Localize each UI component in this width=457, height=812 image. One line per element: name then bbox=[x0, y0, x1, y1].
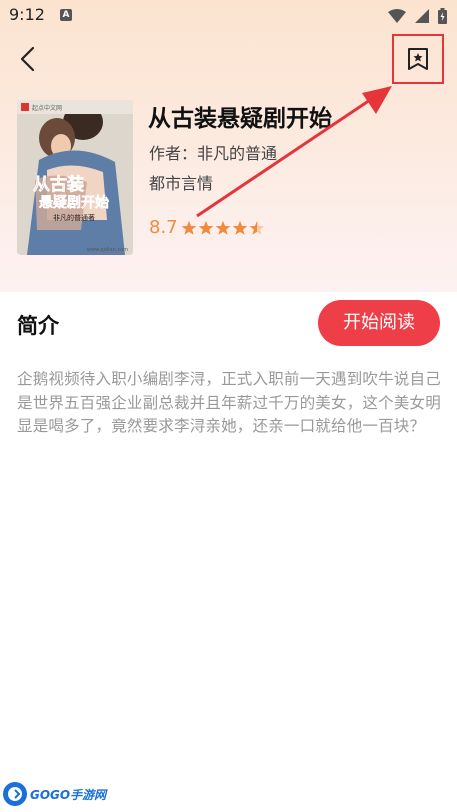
cover-site: www.qidian.com bbox=[87, 247, 128, 253]
cover-author: 非凡的普通著 bbox=[53, 213, 95, 222]
status-bar: 9:12 A bbox=[0, 0, 457, 30]
start-reading-button[interactable]: 开始阅读 bbox=[318, 300, 440, 346]
add-to-shelf-button[interactable] bbox=[392, 34, 444, 84]
book-title: 从古装悬疑剧开始 bbox=[148, 106, 332, 132]
book-author[interactable]: 作者：非凡的普通 bbox=[149, 140, 277, 164]
status-time: 9:12 bbox=[9, 5, 45, 24]
book-cover[interactable]: 起点中文网 从古装 悬疑剧开始 非凡的普通著 www.qidian.com bbox=[17, 100, 133, 255]
gogo-logo-icon bbox=[3, 782, 27, 806]
cover-art: 起点中文网 从古装 悬疑剧开始 非凡的普通著 www.qidian.com bbox=[17, 100, 133, 255]
wifi-icon bbox=[387, 8, 406, 23]
cover-title-line1: 从古装 bbox=[33, 174, 84, 195]
cover-publisher: 起点中文网 bbox=[32, 104, 62, 112]
chevron-left-icon bbox=[20, 46, 35, 72]
star-icon bbox=[181, 221, 197, 235]
star-icon bbox=[232, 221, 248, 235]
star-icon bbox=[249, 221, 265, 235]
signal-icon bbox=[414, 8, 429, 23]
watermark-text: GOGO手游网 bbox=[30, 787, 107, 802]
star-icon bbox=[198, 221, 214, 235]
watermark: GOGO手游网 bbox=[2, 780, 106, 808]
rating-value: 8.7 bbox=[149, 217, 178, 238]
status-icons bbox=[384, 5, 447, 25]
intro-text: 企鹅视频待入职小编剧李浔，正式入职前一天遇到吹牛说自己是世界五百强企业副总裁并且… bbox=[17, 370, 441, 435]
cover-title-line2: 悬疑剧开始 bbox=[38, 194, 109, 211]
intro-heading: 简介 bbox=[17, 314, 59, 338]
notification-icon: A bbox=[60, 9, 72, 21]
back-button[interactable] bbox=[14, 45, 42, 73]
book-category[interactable]: 都市言情 bbox=[149, 170, 213, 194]
rating-stars bbox=[181, 220, 265, 236]
star-icon bbox=[215, 221, 231, 235]
bookmark-star-icon bbox=[408, 48, 428, 70]
book-detail-page: 9:12 A 起点中文网 从古装 悬疑剧开始 非凡的普通著 www.qidian… bbox=[0, 0, 457, 812]
battery-icon bbox=[438, 7, 447, 24]
